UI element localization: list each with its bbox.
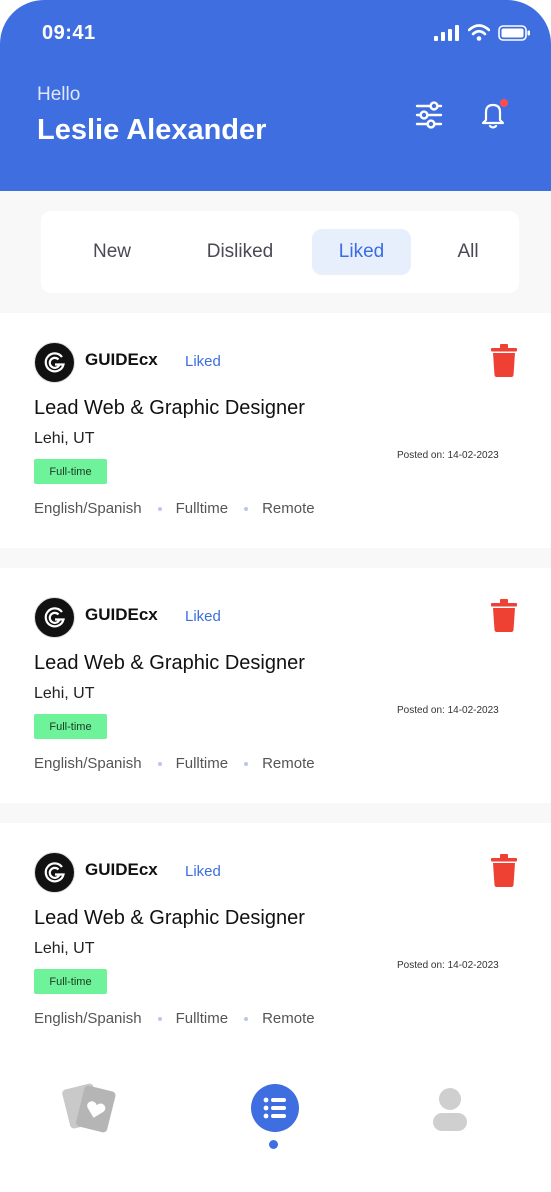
status-time: 09:41 xyxy=(42,22,96,44)
separator-dot xyxy=(244,1016,249,1021)
job-title: Lead Web & Graphic Designer xyxy=(34,397,305,419)
job-location: Lehi, UT xyxy=(34,940,95,957)
battery-icon xyxy=(498,24,530,41)
employment-badge: Full-time xyxy=(34,459,107,484)
job-location: Lehi, UT xyxy=(34,685,95,702)
job-card[interactable]: GUIDEcx Liked Lead Web & Graphic Designe… xyxy=(0,823,551,1058)
tag-schedule: Fulltime xyxy=(175,755,229,772)
wifi-icon xyxy=(468,24,490,41)
bell-icon xyxy=(481,99,508,129)
notifications-button[interactable] xyxy=(475,97,511,133)
tag-workplace: Remote xyxy=(262,755,315,772)
nav-cards[interactable] xyxy=(60,1080,120,1139)
nav-list[interactable] xyxy=(250,1083,300,1149)
tag-language: English/Spanish xyxy=(34,500,142,517)
filter-button[interactable] xyxy=(411,97,447,133)
app-screen: 09:41 Hello Leslie Alexander New Dislike… xyxy=(0,0,551,1192)
profile-icon xyxy=(433,1088,467,1131)
job-title: Lead Web & Graphic Designer xyxy=(34,652,305,674)
posted-date: Posted on: 14-02-2023 xyxy=(397,705,499,716)
list-icon xyxy=(251,1084,299,1132)
job-tags: English/Spanish Fulltime Remote xyxy=(34,500,315,517)
cards-icon xyxy=(62,1083,116,1133)
tag-workplace: Remote xyxy=(262,500,315,517)
separator-dot xyxy=(157,506,162,511)
active-indicator-dot xyxy=(269,1140,278,1149)
filter-tabs: New Disliked Liked All xyxy=(41,211,519,293)
tab-new[interactable]: New xyxy=(73,229,151,275)
status-label: Liked xyxy=(185,608,221,625)
status-label: Liked xyxy=(185,863,221,880)
bottom-nav xyxy=(0,1050,551,1192)
trash-icon[interactable] xyxy=(491,854,517,887)
company-logo xyxy=(34,342,75,383)
status-icons xyxy=(434,24,531,41)
tag-schedule: Fulltime xyxy=(175,1010,229,1027)
company-name: GUIDEcx xyxy=(85,605,158,624)
tag-language: English/Spanish xyxy=(34,755,142,772)
job-card[interactable]: GUIDEcx Liked Lead Web & Graphic Designe… xyxy=(0,313,551,548)
nav-profile[interactable] xyxy=(430,1086,470,1137)
tag-schedule: Fulltime xyxy=(175,500,229,517)
separator-dot xyxy=(244,506,249,511)
tag-workplace: Remote xyxy=(262,1010,315,1027)
header: 09:41 Hello Leslie Alexander xyxy=(0,0,551,191)
tab-all[interactable]: All xyxy=(433,229,503,275)
separator-dot xyxy=(157,761,162,766)
posted-date: Posted on: 14-02-2023 xyxy=(397,960,499,971)
posted-date: Posted on: 14-02-2023 xyxy=(397,450,499,461)
company-name: GUIDEcx xyxy=(85,860,158,879)
job-card[interactable]: GUIDEcx Liked Lead Web & Graphic Designe… xyxy=(0,568,551,803)
trash-icon[interactable] xyxy=(491,599,517,632)
company-name: GUIDEcx xyxy=(85,350,158,369)
sliders-icon xyxy=(415,101,443,129)
user-name: Leslie Alexander xyxy=(37,114,267,146)
signal-icon xyxy=(434,24,459,41)
tab-liked[interactable]: Liked xyxy=(312,229,411,275)
job-location: Lehi, UT xyxy=(34,430,95,447)
tab-disliked[interactable]: Disliked xyxy=(189,229,291,275)
employment-badge: Full-time xyxy=(34,969,107,994)
tag-language: English/Spanish xyxy=(34,1010,142,1027)
greeting: Hello xyxy=(37,84,81,105)
company-logo xyxy=(34,852,75,893)
job-tags: English/Spanish Fulltime Remote xyxy=(34,1010,315,1027)
company-logo xyxy=(34,597,75,638)
status-label: Liked xyxy=(185,353,221,370)
job-title: Lead Web & Graphic Designer xyxy=(34,907,305,929)
employment-badge: Full-time xyxy=(34,714,107,739)
separator-dot xyxy=(157,1016,162,1021)
trash-icon[interactable] xyxy=(491,344,517,377)
job-tags: English/Spanish Fulltime Remote xyxy=(34,755,315,772)
separator-dot xyxy=(244,761,249,766)
